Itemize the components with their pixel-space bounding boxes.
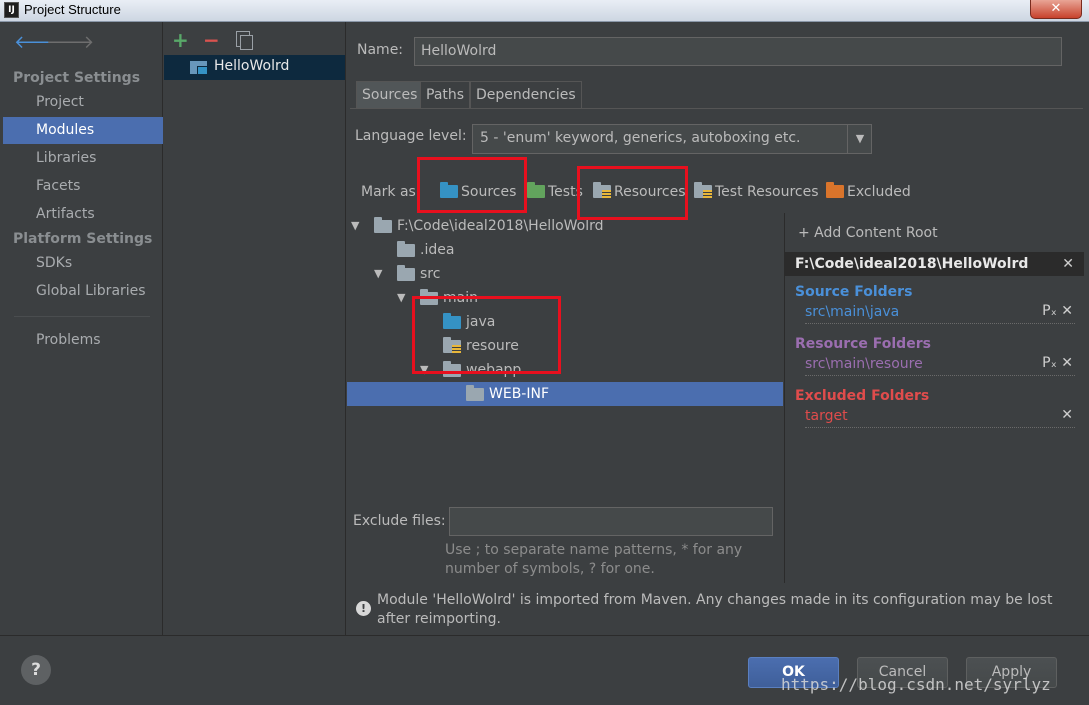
remove-module-button[interactable]: − [203,30,220,50]
module-list-panel: + − HelloWolrd [164,22,346,635]
help-button[interactable]: ? [21,655,51,685]
test-resources-folder-icon [694,182,712,198]
source-folder-path[interactable]: src\main\java [805,304,1075,324]
window-title: Project Structure [24,2,121,17]
sidebar-item-facets[interactable]: Facets [3,173,163,200]
expand-triangle-icon[interactable]: ▼ [374,262,382,286]
mark-excluded-label: Excluded [847,184,911,200]
close-window-button[interactable]: ✕ [1030,0,1082,19]
maven-import-warning: Module 'HelloWolrd' is imported from Mav… [377,592,1053,627]
mark-as-label: Mark as: [361,184,421,200]
platform-settings-header: Platform Settings [13,231,153,247]
source-folders-header: Source Folders [795,284,913,300]
expand-triangle-icon[interactable]: ▼ [351,214,359,238]
tab-divider [350,108,1083,109]
intellij-app-icon: IJ [4,2,19,18]
highlight-box-resources [577,166,688,220]
source-folder-actions: Pₓ ✕ [1042,303,1073,319]
language-level-value: 5 - 'enum' keyword, generics, autoboxing… [480,130,801,146]
warning-icon: ! [356,601,371,616]
content-root-path: F:\Code\ideal2018\HelloWolrd [795,256,1029,272]
resource-folders-header: Resource Folders [795,336,931,352]
title-bar: IJ Project Structure ✕ [0,0,1089,22]
sidebar-item-global-libraries[interactable]: Global Libraries [3,278,163,305]
folder-icon [466,385,484,401]
folder-icon [397,241,415,257]
add-content-root-button[interactable]: + Add Content Root [798,225,938,241]
resource-folder-path[interactable]: src\main\resoure [805,356,1075,376]
excluded-folder-actions: ✕ [1061,407,1073,423]
module-name-label: HelloWolrd [214,58,290,74]
tree-node-label: F:\Code\ideal2018\HelloWolrd [397,218,604,234]
mark-test-resources-button[interactable]: Test Resources [694,182,819,204]
remove-folder-icon[interactable]: ✕ [1061,355,1073,371]
remove-content-root-icon[interactable]: ✕ [1062,252,1074,276]
project-settings-header: Project Settings [13,70,141,86]
language-level-select[interactable]: 5 - 'enum' keyword, generics, autoboxing… [472,124,872,154]
tree-node-label: .idea [420,242,455,258]
excluded-folder-path[interactable]: target [805,408,1075,428]
sidebar-item-project[interactable]: Project [3,89,163,116]
tree-node-label: WEB-INF [489,386,549,402]
copy-module-icon[interactable] [236,31,253,50]
tree-node-label: src [420,266,441,282]
mark-tests-button[interactable]: Tests [527,182,583,204]
folder-icon [397,265,415,281]
tree-node-root[interactable]: ▼ F:\Code\ideal2018\HelloWolrd [347,214,783,238]
excluded-folder-icon [826,182,844,198]
language-level-label: Language level: [355,128,467,144]
settings-sidebar: 🡐 🡒 Project Settings Project Modules Lib… [0,22,163,635]
folder-icon [374,217,392,233]
sidebar-item-modules[interactable]: Modules [3,117,163,144]
tab-paths[interactable]: Paths [420,81,471,108]
sidebar-divider [14,316,150,317]
watermark-text: https://blog.csdn.net/syrlyz [781,675,1051,694]
content-root-panel: + Add Content Root F:\Code\ideal2018\Hel… [784,213,1084,583]
sidebar-item-sdks[interactable]: SDKs [3,250,163,277]
tree-node-src[interactable]: ▼ src [347,262,783,286]
highlight-box-tree-folders [412,296,561,374]
mark-test-resources-label: Test Resources [715,184,819,200]
remove-folder-icon[interactable]: ✕ [1061,407,1073,423]
module-folder-icon [190,61,208,75]
module-name-input[interactable]: HelloWolrd [414,37,1062,66]
exclude-files-hint: Use ; to separate name patterns, * for a… [445,542,743,577]
exclude-files-input[interactable] [449,507,773,536]
tree-node-web-inf[interactable]: WEB-INF [347,382,783,406]
name-label: Name: [357,42,404,58]
add-module-button[interactable]: + [172,30,189,50]
tab-sources[interactable]: Sources [356,81,424,108]
resource-folder-actions: Pₓ ✕ [1042,355,1073,371]
content-root-header: F:\Code\ideal2018\HelloWolrd ✕ [785,252,1084,276]
sidebar-item-problems[interactable]: Problems [3,327,163,354]
forward-arrow-icon[interactable]: 🡒 [46,34,94,52]
remove-folder-icon[interactable]: ✕ [1061,303,1073,319]
module-list-item[interactable]: HelloWolrd [164,55,345,80]
tree-node-idea[interactable]: .idea [347,238,783,262]
tests-folder-icon [527,182,545,198]
exclude-files-label: Exclude files: [353,513,446,529]
chevron-down-icon[interactable]: ▼ [847,125,872,153]
highlight-box-sources [417,157,527,213]
expand-triangle-icon[interactable]: ▼ [397,286,405,310]
mark-excluded-button[interactable]: Excluded [826,182,911,204]
tab-dependencies[interactable]: Dependencies [470,81,582,108]
properties-icon[interactable]: Pₓ [1042,355,1057,371]
excluded-folders-header: Excluded Folders [795,388,930,404]
properties-icon[interactable]: Pₓ [1042,303,1057,319]
sidebar-item-libraries[interactable]: Libraries [3,145,163,172]
sidebar-item-artifacts[interactable]: Artifacts [3,201,163,228]
